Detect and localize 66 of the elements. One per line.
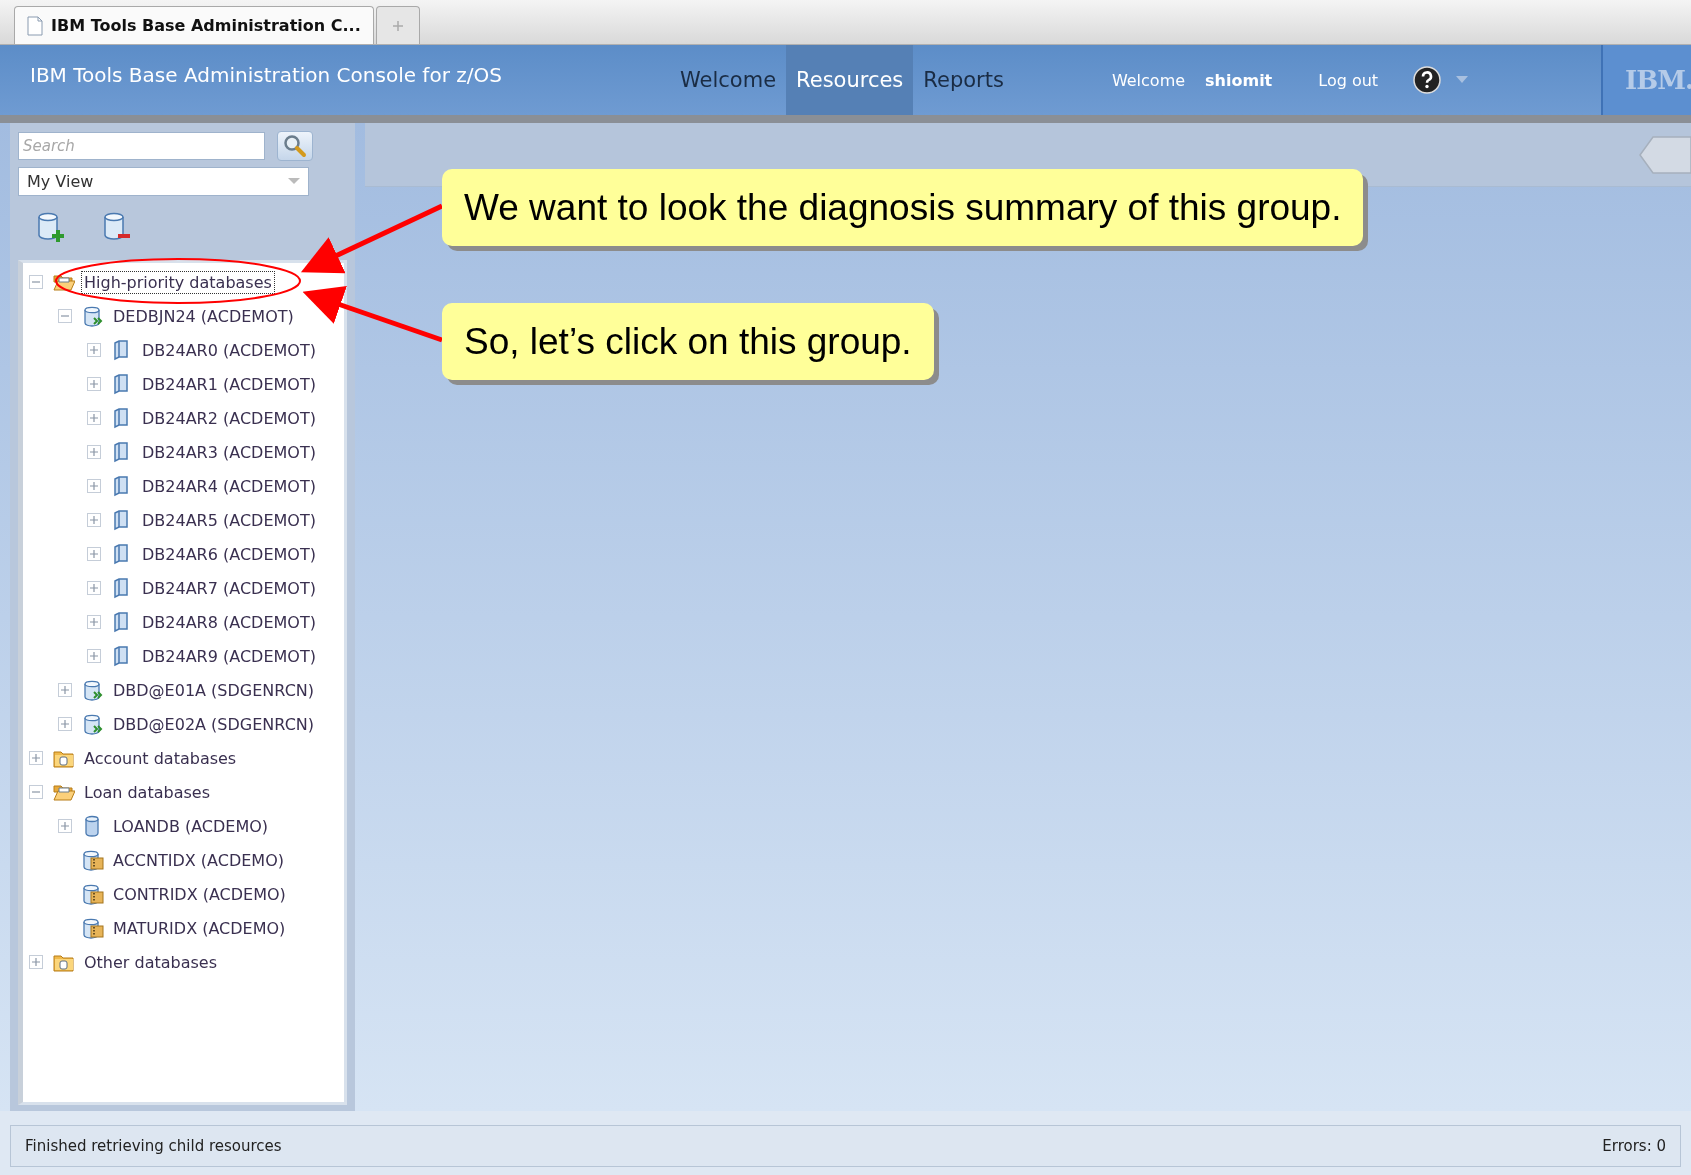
tree-node[interactable]: DB24AR7 (ACDEMOT) bbox=[139, 576, 319, 600]
tree-node[interactable]: DB24AR5 (ACDEMOT) bbox=[139, 508, 319, 532]
tree-node[interactable]: MATURIDX (ACDEMO) bbox=[110, 916, 289, 940]
plus-icon bbox=[391, 19, 404, 32]
view-dropdown[interactable]: My View bbox=[18, 167, 309, 196]
tree-node[interactable]: DBD@E01A (SDGENRCN) bbox=[110, 678, 317, 702]
app-title: IBM Tools Base Administration Console for z/OS bbox=[30, 63, 503, 87]
tree-node[interactable]: DB24AR4 (ACDEMOT) bbox=[139, 474, 319, 498]
collapse-toggle[interactable] bbox=[29, 275, 43, 289]
page-icon bbox=[27, 15, 43, 36]
tree-node[interactable]: Other databases bbox=[81, 950, 221, 974]
database-icon bbox=[82, 848, 104, 872]
search-icon bbox=[283, 134, 307, 158]
tree-node[interactable]: LOANDB (ACDEMO) bbox=[110, 814, 272, 838]
database-icon bbox=[82, 304, 104, 328]
user-name: shiomit bbox=[1205, 70, 1273, 90]
browser-tab[interactable]: IBM Tools Base Administration C... bbox=[14, 6, 374, 44]
expand-toggle[interactable] bbox=[87, 649, 101, 663]
expand-toggle[interactable] bbox=[87, 615, 101, 629]
database-icon bbox=[82, 882, 104, 906]
expand-toggle[interactable] bbox=[87, 513, 101, 527]
welcome-text: Welcome bbox=[1111, 70, 1186, 90]
tree-node[interactable]: DB24AR3 (ACDEMOT) bbox=[139, 440, 319, 464]
expand-toggle[interactable] bbox=[58, 717, 72, 731]
collapse-toggle[interactable] bbox=[29, 785, 43, 799]
tree-node[interactable]: DBD@E02A (SDGENRCN) bbox=[110, 712, 317, 736]
search-field[interactable]: Search bbox=[18, 132, 265, 160]
tree-node[interactable]: Account databases bbox=[81, 746, 240, 770]
nav-tab[interactable]: Welcome bbox=[670, 45, 787, 115]
database-icon bbox=[82, 678, 104, 702]
help-icon[interactable] bbox=[1412, 65, 1443, 95]
database-icon bbox=[82, 712, 104, 736]
tree-node[interactable]: Loan databases bbox=[81, 780, 213, 804]
logo: IBM. bbox=[1625, 65, 1691, 95]
nav-tab[interactable]: Resources bbox=[786, 45, 914, 115]
expand-toggle[interactable] bbox=[87, 343, 101, 357]
caret-icon[interactable] bbox=[1456, 76, 1469, 84]
status-message: Finished retrieving child resources bbox=[25, 1137, 282, 1155]
nav-tab[interactable]: Reports bbox=[913, 45, 1014, 115]
search-button[interactable] bbox=[277, 131, 313, 161]
new-tab-button[interactable] bbox=[375, 6, 420, 44]
expand-toggle[interactable] bbox=[29, 751, 43, 765]
collapse-tab-icon[interactable] bbox=[1639, 134, 1691, 175]
tree-node[interactable]: DB24AR9 (ACDEMOT) bbox=[139, 644, 319, 668]
expand-toggle[interactable] bbox=[58, 683, 72, 697]
tree-node[interactable]: DB24AR1 (ACDEMOT) bbox=[139, 372, 319, 396]
expand-toggle[interactable] bbox=[58, 819, 72, 833]
tree-node[interactable]: DB24AR0 (ACDEMOT) bbox=[139, 338, 319, 362]
tree-node[interactable]: DB24AR8 (ACDEMOT) bbox=[139, 610, 319, 634]
expand-toggle[interactable] bbox=[87, 377, 101, 391]
tree-node[interactable]: High-priority databases bbox=[81, 270, 275, 294]
expand-toggle[interactable] bbox=[87, 479, 101, 493]
expand-toggle[interactable] bbox=[87, 581, 101, 595]
expand-toggle[interactable] bbox=[87, 547, 101, 561]
tree-node[interactable]: ACCNTIDX (ACDEMO) bbox=[110, 848, 287, 872]
tree-node[interactable]: DB24AR6 (ACDEMOT) bbox=[139, 542, 319, 566]
tree-node[interactable]: DEDBJN24 (ACDEMOT) bbox=[110, 304, 297, 328]
expand-toggle[interactable] bbox=[87, 411, 101, 425]
tree-node[interactable]: DB24AR2 (ACDEMOT) bbox=[139, 406, 319, 430]
caret-icon bbox=[288, 178, 300, 185]
expand-toggle[interactable] bbox=[29, 955, 43, 969]
collapse-toggle[interactable] bbox=[58, 309, 72, 323]
database-icon bbox=[82, 916, 104, 940]
tree-node[interactable]: CONTRIDX (ACDEMO) bbox=[110, 882, 289, 906]
expand-toggle[interactable] bbox=[87, 445, 101, 459]
error-count: Errors: 0 bbox=[1602, 1137, 1666, 1155]
